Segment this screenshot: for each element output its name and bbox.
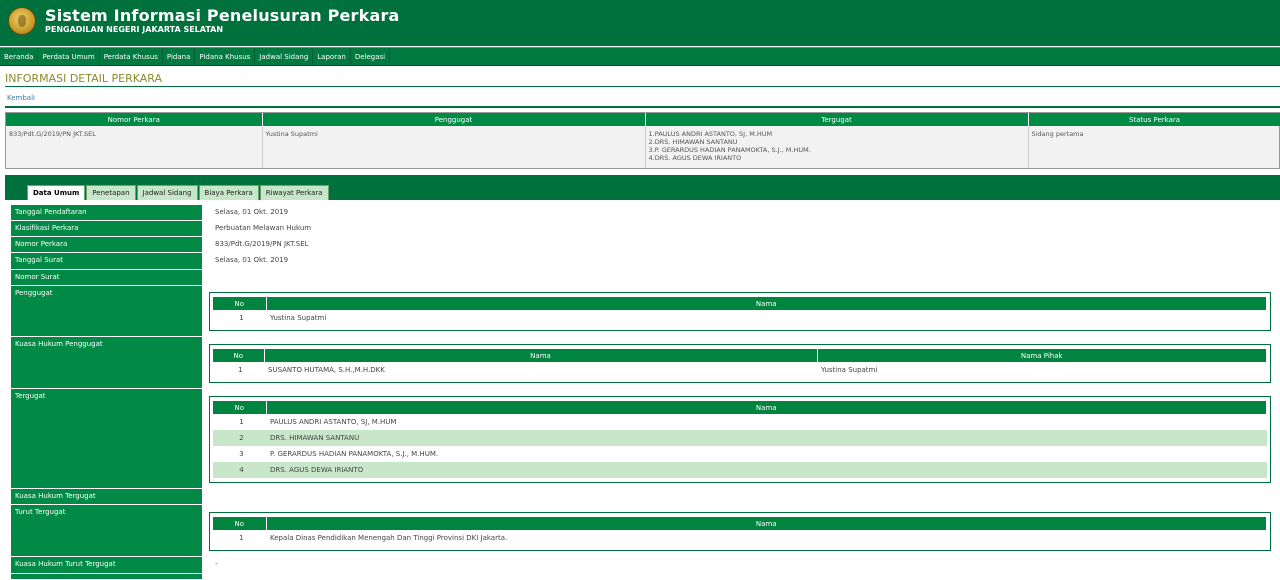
col-header-nama: Nama (266, 401, 1267, 414)
table-row: 4 DRS. AGUS DEWA IRIANTO (213, 462, 1267, 478)
tab-biaya-perkara[interactable]: Biaya Perkara (198, 185, 259, 200)
col-header-no: No (213, 297, 267, 310)
case-summary-table: Nomor Perkara Penggugat Tergugat Status … (5, 112, 1280, 169)
main-navbar: Beranda Perdata Umum Perdata Khusus Pida… (0, 47, 1280, 66)
court-emblem-icon (8, 7, 36, 35)
row-label: Tanggal Surat (11, 253, 202, 270)
summary-tergugat: 1.PAULUS ANDRI ASTANTO, SJ, M.HUM 2.DRS.… (645, 126, 1029, 168)
tab-data-umum[interactable]: Data Umum (27, 185, 86, 200)
row-label: Kuasa Hukum Penggugat (11, 337, 202, 389)
nav-pidana-khusus[interactable]: Pidana Khusus (195, 48, 256, 65)
app-title: Sistem Informasi Penelusuran Perkara (45, 6, 400, 25)
col-header-no: No (213, 349, 265, 362)
row-value: - (215, 560, 218, 568)
col-header-tergugat: Tergugat (645, 113, 1029, 126)
row-kuasa-turut-tergugat: Kuasa Hukum Turut Tergugat - (11, 557, 1280, 574)
summary-nomor: 833/Pdt.G/2019/PN JKT.SEL (6, 126, 263, 168)
cell-nama: DRS. AGUS DEWA IRIANTO (266, 462, 1267, 478)
app-subtitle: PENGADILAN NEGERI JAKARTA SELATAN (45, 25, 224, 34)
row-next-partial (11, 574, 1280, 580)
row-klasifikasi: Klasifikasi Perkara Perbuatan Melawan Hu… (11, 221, 1280, 237)
cell-no: 1 (239, 534, 244, 542)
divider (5, 106, 1280, 108)
row-value: 833/Pdt.G/2019/PN JKT.SEL (215, 240, 309, 248)
row-value: Selasa, 01 Okt. 2019 (215, 256, 289, 264)
summary-tergugat-item: 2.DRS. HIMAWAN SANTANU (648, 138, 738, 146)
col-header-nama: Nama (264, 349, 818, 362)
col-header-no: No (213, 401, 267, 414)
cell-nama-pihak: Yustina Supatmi (821, 366, 878, 374)
divider (5, 86, 1280, 87)
row-kuasa-tergugat: Kuasa Hukum Tergugat (11, 489, 1280, 505)
tab-penetapan[interactable]: Penetapan (86, 185, 136, 200)
page-title: INFORMASI DETAIL PERKARA (5, 72, 163, 85)
tab-jadwal-sidang[interactable]: Jadwal Sidang (136, 185, 198, 200)
summary-tergugat-item: 3.P. GERARDUS HADIAN PANAMOKTA, S.J., M.… (648, 146, 811, 154)
row-label: Kuasa Hukum Turut Tergugat (11, 557, 202, 574)
table-row: 1 PAULUS ANDRI ASTANTO, SJ, M.HUM (213, 414, 1267, 430)
nav-delegasi[interactable]: Delegasi (351, 48, 391, 65)
row-label: Kuasa Hukum Tergugat (11, 489, 202, 505)
cell-no: 1 (239, 314, 244, 322)
cell-nama: Yustina Supatmi (270, 314, 327, 322)
summary-penggugat: Yustina Supatmi (262, 126, 646, 168)
table-row: 1 Kepala Dinas Pendidikan Menengah Dan T… (213, 530, 1267, 546)
col-header-penggugat: Penggugat (262, 113, 646, 126)
cell-nama: SUSANTO HUTAMA, S.H.,M.H.DKK (268, 366, 385, 374)
row-label: Turut Tergugat (11, 505, 202, 557)
row-label: Nomor Surat (11, 270, 202, 286)
back-link[interactable]: Kembali (7, 94, 35, 102)
penggugat-table: No Nama 1 Yustina Supatmi (209, 292, 1271, 331)
nav-perdata-khusus[interactable]: Perdata Khusus (100, 48, 163, 65)
nav-jadwal-sidang[interactable]: Jadwal Sidang (255, 48, 314, 65)
row-label: Penggugat (11, 286, 202, 337)
row-value: Selasa, 01 Okt. 2019 (215, 208, 289, 216)
col-header-status: Status Perkara (1028, 113, 1280, 126)
table-row: 1 Yustina Supatmi (213, 310, 1267, 326)
turut-tergugat-table: No Nama 1 Kepala Dinas Pendidikan Meneng… (209, 512, 1271, 551)
cell-no: 3 (239, 450, 244, 458)
detail-tabs: Data Umum Penetapan Jadwal Sidang Biaya … (27, 185, 330, 200)
col-header-nama: Nama (266, 517, 1267, 530)
nav-pidana[interactable]: Pidana (163, 48, 196, 65)
cell-no: 4 (213, 462, 266, 478)
table-row: 1 SUSANTO HUTAMA, S.H.,M.H.DKK Yustina S… (213, 362, 1267, 378)
row-label (11, 574, 202, 580)
row-label: Nomor Perkara (11, 237, 202, 253)
row-nomor-surat: Nomor Surat (11, 270, 1280, 286)
cell-nama: PAULUS ANDRI ASTANTO, SJ, M.HUM (270, 418, 397, 426)
row-label: Tergugat (11, 389, 202, 489)
summary-status: Sidang pertama (1028, 126, 1280, 168)
cell-nama: P. GERARDUS HADIAN PANAMOKTA, S.J., M.HU… (270, 450, 439, 458)
summary-tergugat-item: 4.DRS. AGUS DEWA IRIANTO (648, 154, 742, 162)
cell-nama: Kepala Dinas Pendidikan Menengah Dan Tin… (270, 534, 508, 542)
cell-no: 1 (238, 366, 243, 374)
row-label: Tanggal Pendaftaran (11, 205, 202, 221)
row-label: Klasifikasi Perkara (11, 221, 202, 237)
nav-perdata-umum[interactable]: Perdata Umum (38, 48, 100, 65)
tab-riwayat-perkara[interactable]: Riwayat Perkara (259, 185, 329, 200)
nav-laporan[interactable]: Laporan (313, 48, 351, 65)
row-value: Perbuatan Melawan Hukum (215, 224, 312, 232)
row-nomor-perkara: Nomor Perkara 833/Pdt.G/2019/PN JKT.SEL (11, 237, 1280, 253)
app-header: Sistem Informasi Penelusuran Perkara PEN… (0, 0, 1280, 46)
row-tanggal-pendaftaran: Tanggal Pendaftaran Selasa, 01 Okt. 2019 (11, 205, 1280, 221)
col-header-nama: Nama (266, 297, 1267, 310)
nav-beranda[interactable]: Beranda (0, 48, 39, 65)
cell-nama: DRS. HIMAWAN SANTANU (266, 430, 1267, 446)
col-header-nama-pihak: Nama Pihak (817, 349, 1267, 362)
col-header-nomor: Nomor Perkara (6, 113, 263, 126)
cell-no: 2 (213, 430, 266, 446)
table-row: 3 P. GERARDUS HADIAN PANAMOKTA, S.J., M.… (213, 446, 1267, 462)
col-header-no: No (213, 517, 267, 530)
tergugat-table: No Nama 1 PAULUS ANDRI ASTANTO, SJ, M.HU… (209, 396, 1271, 483)
kuasa-penggugat-table: No Nama Nama Pihak 1 SUSANTO HUTAMA, S.H… (209, 344, 1271, 383)
summary-tergugat-item: 1.PAULUS ANDRI ASTANTO, SJ, M.HUM (648, 130, 773, 138)
row-tanggal-surat: Tanggal Surat Selasa, 01 Okt. 2019 (11, 253, 1280, 270)
cell-no: 1 (239, 418, 244, 426)
table-row: 2 DRS. HIMAWAN SANTANU (213, 430, 1267, 446)
